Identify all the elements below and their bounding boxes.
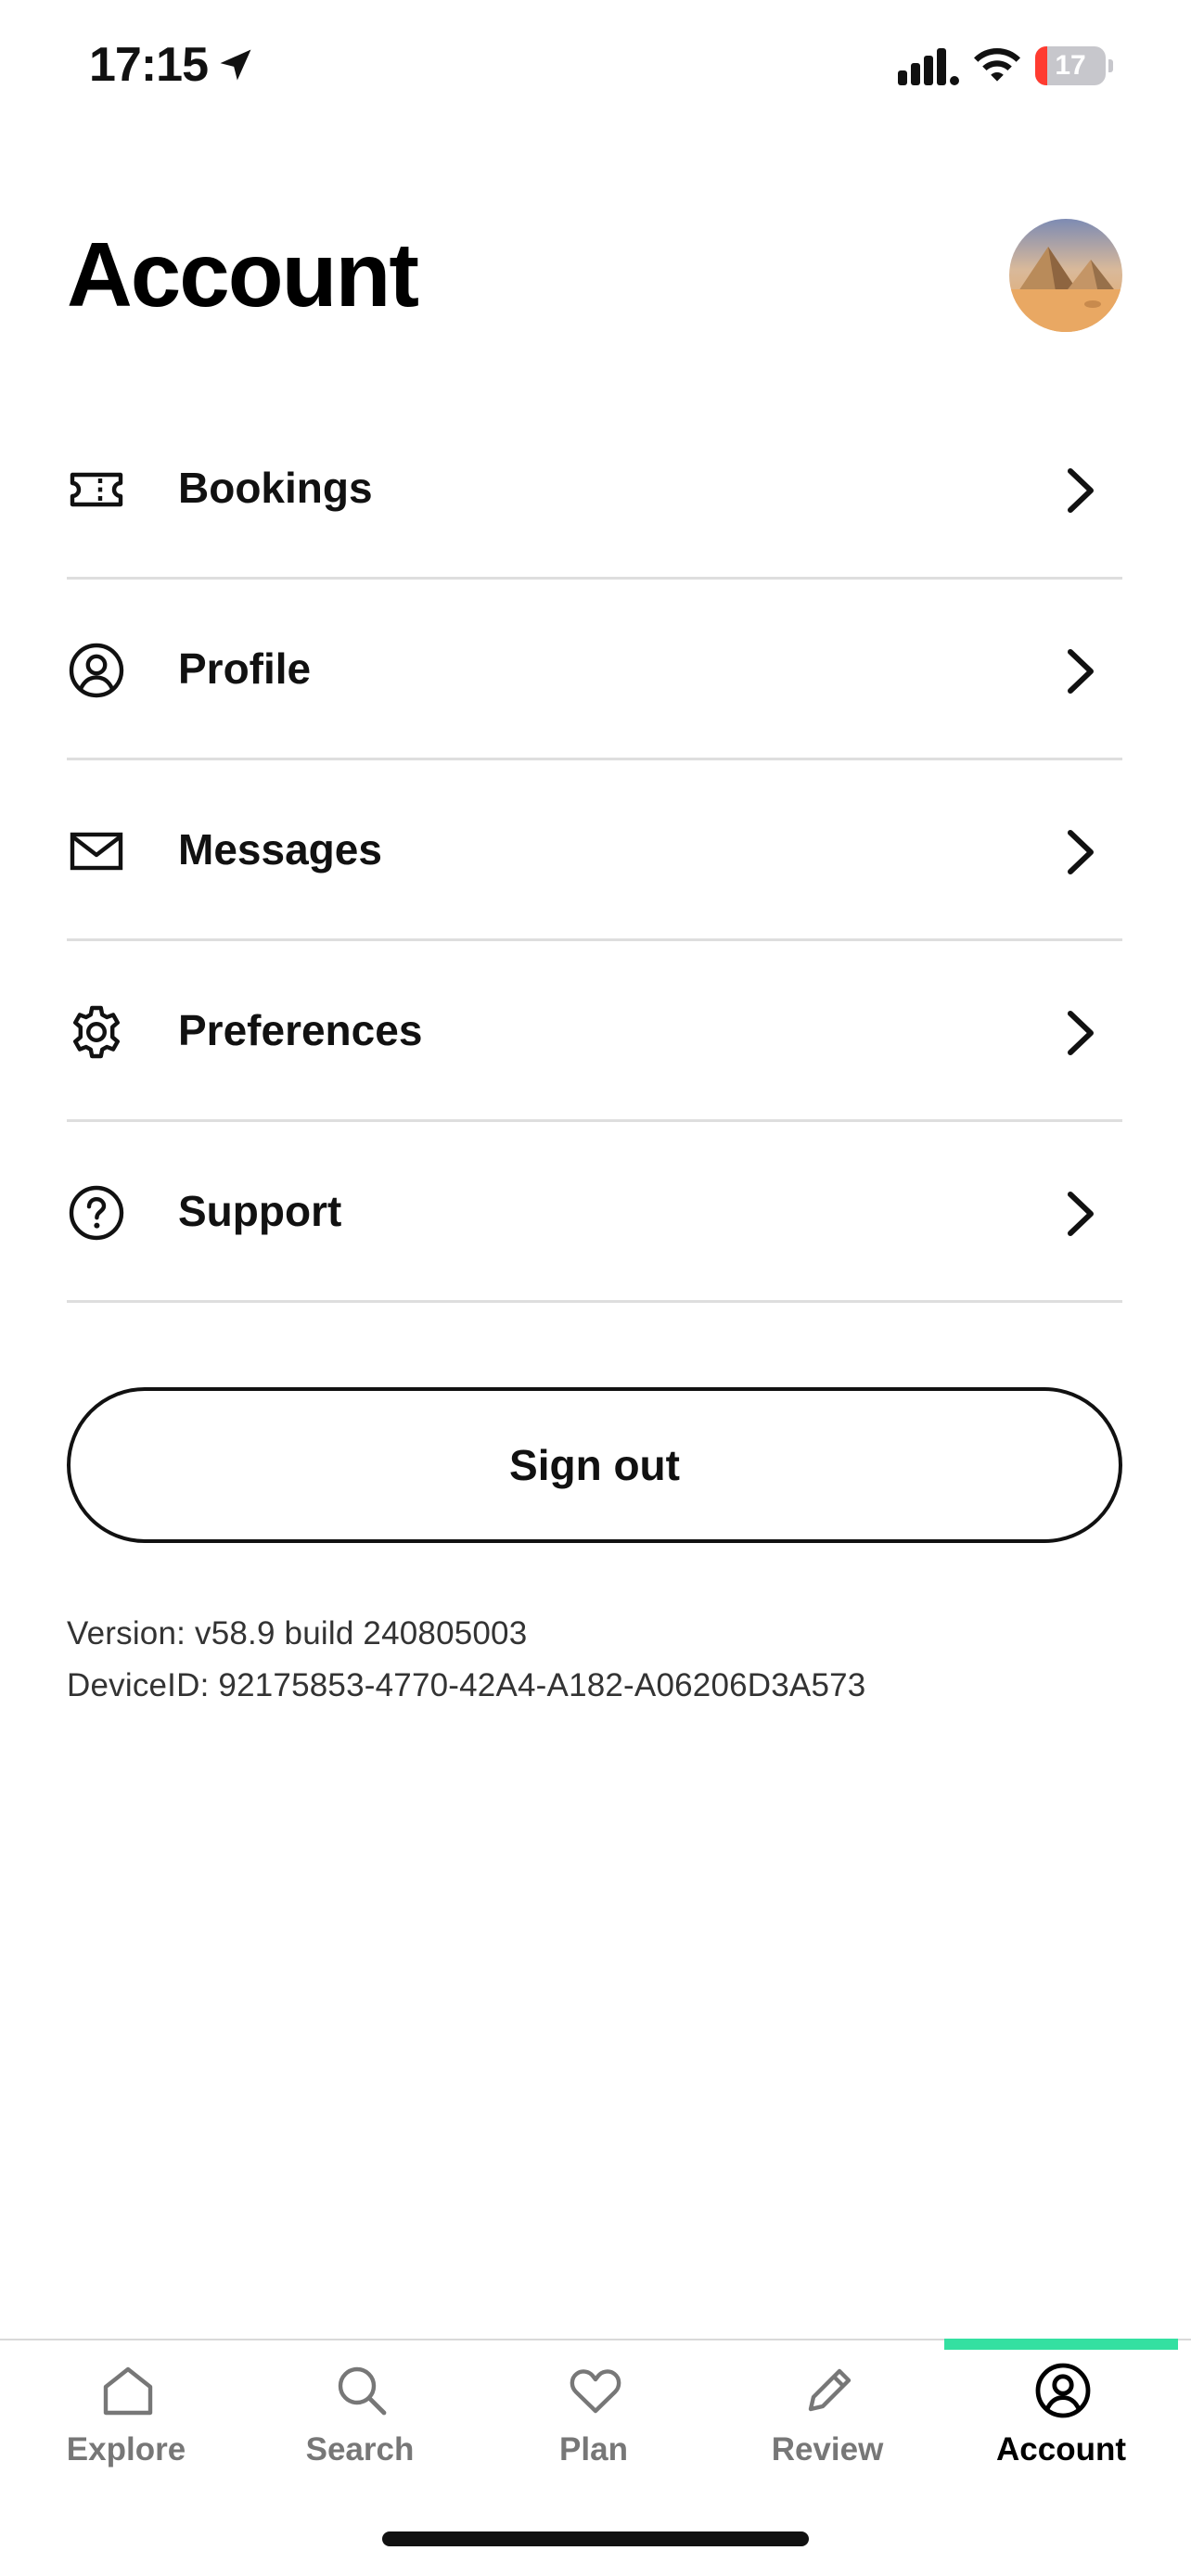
tab-plan[interactable]: Plan (477, 2339, 711, 2496)
question-circle-icon (69, 1185, 124, 1241)
menu-item-messages[interactable]: Messages (67, 760, 1122, 941)
status-bar: 17:15 17 (0, 0, 1191, 139)
status-time: 17:15 (89, 38, 209, 92)
cellular-signal-icon (898, 48, 959, 85)
menu-item-bookings[interactable]: Bookings (67, 399, 1122, 580)
device-id-text: DeviceID: 92175853-4770-42A4-A182-A06206… (67, 1667, 866, 1703)
tab-label-review: Review (771, 2431, 884, 2468)
menu-label-support: Support (178, 1187, 342, 1235)
tab-review[interactable]: Review (711, 2339, 944, 2496)
wifi-icon (974, 48, 1020, 82)
battery-level-text: 17 (1055, 50, 1086, 81)
page-title: Account (67, 223, 419, 325)
battery-icon: 17 (1035, 46, 1113, 85)
menu-label-bookings: Bookings (178, 464, 373, 512)
search-icon (338, 2366, 387, 2416)
account-menu: Bookings Profile Messages Preferences Su… (67, 399, 1122, 1303)
user-circle-icon (69, 643, 124, 698)
chevron-right-icon (1068, 1192, 1094, 1236)
menu-item-preferences[interactable]: Preferences (67, 941, 1122, 1122)
avatar-photo-icon (1009, 219, 1122, 332)
tab-label-account: Account (996, 2431, 1126, 2468)
pencil-icon (808, 2368, 852, 2412)
menu-item-support[interactable]: Support (67, 1122, 1122, 1303)
chevron-right-icon (1068, 649, 1094, 694)
envelope-icon (70, 832, 123, 871)
tab-account[interactable]: Account (944, 2339, 1178, 2496)
heart-icon (570, 2369, 621, 2414)
tab-label-explore: Explore (66, 2431, 186, 2468)
chevron-right-icon (1068, 1011, 1094, 1055)
menu-item-profile[interactable]: Profile (67, 580, 1122, 760)
tab-label-plan: Plan (559, 2431, 628, 2468)
user-circle-icon (1035, 2363, 1091, 2418)
home-indicator (382, 2531, 809, 2546)
location-arrow-icon (220, 49, 251, 81)
user-avatar[interactable] (1009, 219, 1122, 332)
gear-icon (73, 1005, 120, 1059)
version-text: Version: v58.9 build 240805003 (67, 1615, 528, 1651)
account-screen: 17:15 17 Account Bookings Profile Messag… (0, 0, 1191, 2576)
menu-label-preferences: Preferences (178, 1006, 423, 1054)
ticket-icon (70, 472, 123, 507)
tab-search[interactable]: Search (243, 2339, 477, 2496)
tab-label-search: Search (305, 2431, 415, 2468)
home-icon (103, 2366, 153, 2416)
tab-explore[interactable]: Explore (9, 2339, 243, 2496)
menu-label-messages: Messages (178, 825, 382, 874)
sign-out-button[interactable]: Sign out (67, 1387, 1122, 1543)
chevron-right-icon (1068, 468, 1094, 513)
menu-label-profile: Profile (178, 644, 312, 693)
chevron-right-icon (1068, 830, 1094, 874)
